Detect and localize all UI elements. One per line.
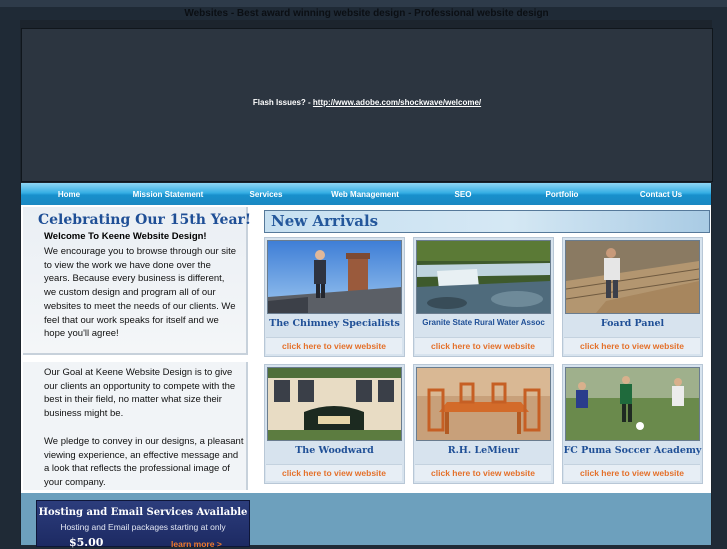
hosting-subtitle: Hosting and Email packages starting at o…	[60, 522, 226, 532]
nav-services[interactable]: Services	[250, 190, 283, 199]
arrival-card-foard-panel[interactable]: Foard Panel click here to view website	[562, 237, 703, 357]
arrival-card-granite-state[interactable]: Granite State Rural Water Assoc click he…	[413, 237, 554, 357]
arrival-card-rh-lemieur[interactable]: R.H. LeMieur click here to view website	[413, 364, 554, 484]
new-arrivals-header: New Arrivals	[264, 210, 710, 233]
arrival-card-chimney[interactable]: The Chimney Specialists click here to vi…	[264, 237, 405, 357]
arrival-name: Granite State Rural Water Assoc	[422, 318, 545, 327]
flash-banner: Flash Issues? - http://www.adobe.com/sho…	[21, 28, 713, 182]
new-arrivals-title: New Arrivals	[271, 212, 379, 230]
view-website-link[interactable]: click here to view website	[564, 337, 700, 354]
view-website-link[interactable]: click here to view website	[415, 337, 551, 354]
furniture-photo	[416, 367, 551, 441]
view-website-link[interactable]: click here to view website	[564, 464, 700, 481]
arrival-card-woodward[interactable]: The Woodward click here to view website	[264, 364, 405, 484]
woodward-building-photo	[267, 367, 402, 441]
nav-portfolio[interactable]: Portfolio	[546, 190, 579, 199]
arrival-name: The Woodward	[295, 445, 374, 456]
adobe-shockwave-link[interactable]: http://www.adobe.com/shockwave/welcome/	[313, 98, 481, 107]
arrival-name: Foard Panel	[600, 318, 665, 329]
welcome-title: Welcome To Keene Website Design!	[44, 231, 207, 242]
nav-seo[interactable]: SEO	[455, 190, 472, 199]
pledge-text: We pledge to convey in our designs, a pl…	[44, 436, 244, 489]
nav-mission-statement[interactable]: Mission Statement	[133, 190, 204, 199]
arrival-card-fc-puma[interactable]: FC Puma Soccer Academy click here to vie…	[562, 364, 703, 484]
hosting-price: $5.00	[69, 536, 104, 549]
nav-web-management[interactable]: Web Management	[331, 190, 399, 199]
arrival-name: R.H. LeMieur	[447, 445, 520, 456]
waterfall-photo	[416, 240, 551, 314]
goal-text: Our Goal at Keene Website Design is to g…	[44, 367, 236, 420]
page-title: Websites - Best award winning website de…	[184, 8, 549, 19]
flash-issues-label: Flash Issues? -	[252, 98, 313, 107]
chimney-photo	[267, 240, 402, 314]
view-website-link[interactable]: click here to view website	[266, 464, 402, 481]
hosting-title: Hosting and Email Services Available	[38, 507, 248, 518]
hosting-banner[interactable]: Hosting and Email Services Available Hos…	[36, 500, 250, 549]
nav-home[interactable]: Home	[58, 190, 80, 199]
celebrating-heading: Celebrating Our 15th Year!	[38, 212, 252, 228]
roof-panel-photo	[565, 240, 700, 314]
view-website-link[interactable]: click here to view website	[266, 337, 402, 354]
arrival-name: The Chimney Specialists	[269, 318, 400, 329]
arrival-name: FC Puma Soccer Academy	[563, 445, 702, 456]
soccer-photo	[565, 367, 700, 441]
view-website-link[interactable]: click here to view website	[415, 464, 551, 481]
welcome-text: We encourage you to browse through our s…	[44, 246, 237, 340]
main-nav: Home Mission Statement Services Web Mana…	[21, 183, 711, 206]
top-strip	[0, 0, 727, 7]
learn-more-link[interactable]: learn more >	[171, 539, 222, 549]
nav-contact-us[interactable]: Contact Us	[640, 190, 682, 199]
flash-message: Flash Issues? - http://www.adobe.com/sho…	[22, 98, 712, 107]
